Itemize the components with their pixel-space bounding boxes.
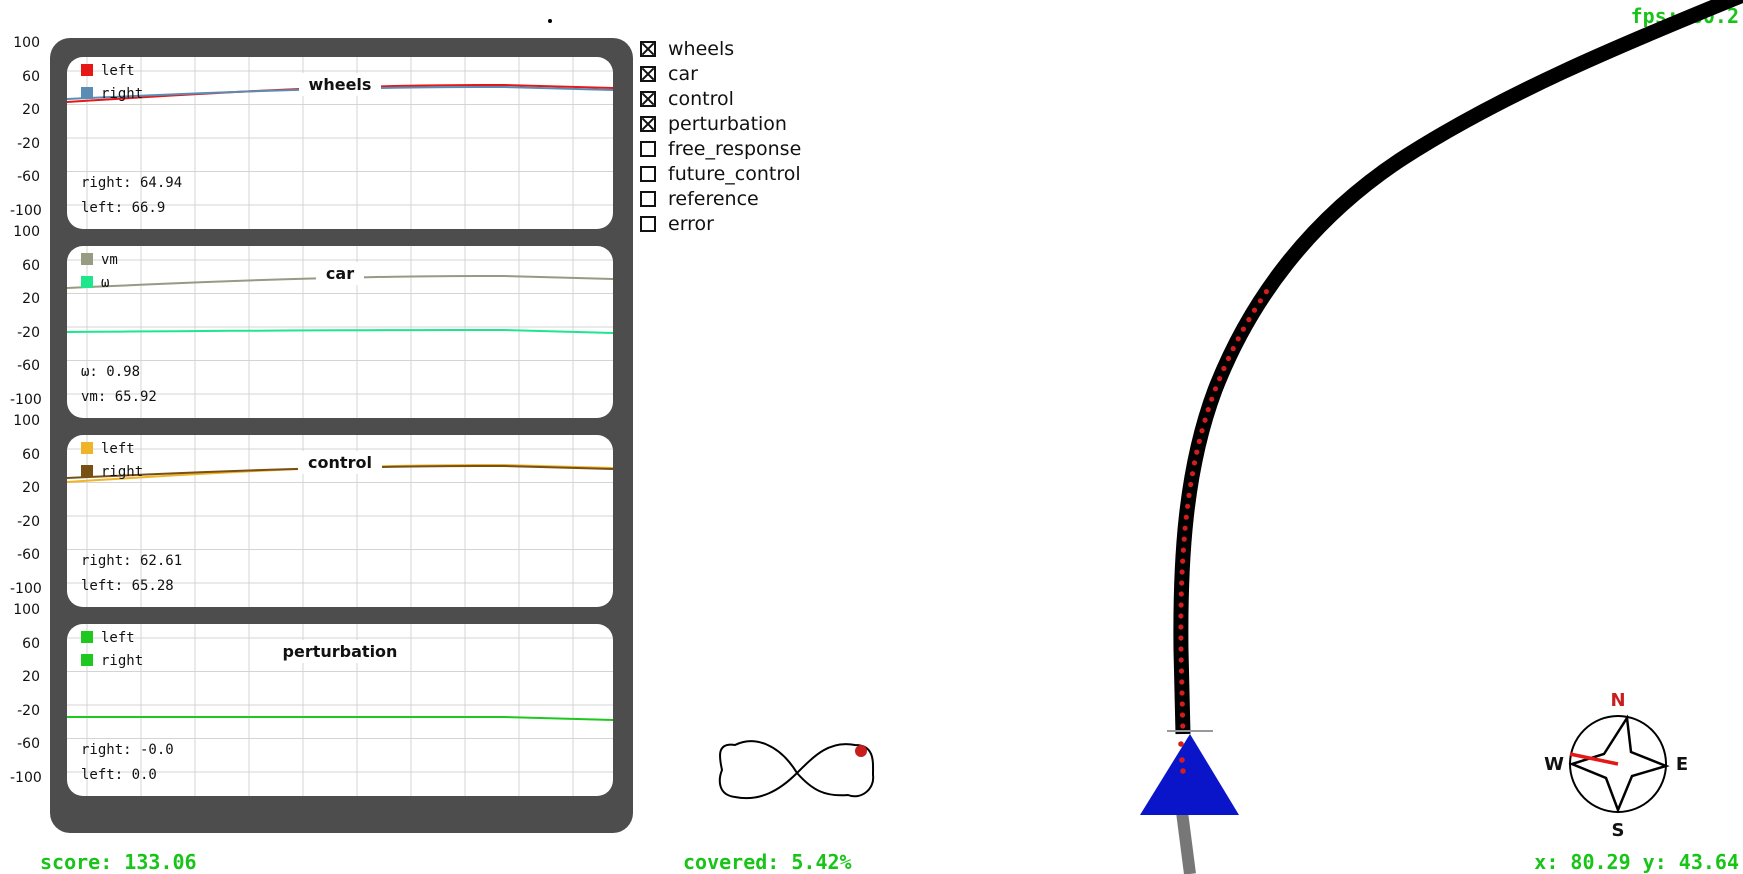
trail-dot — [1180, 723, 1186, 729]
trail-dot — [1181, 536, 1187, 542]
trail-dot — [1178, 668, 1185, 674]
minimap-car-dot — [855, 745, 867, 757]
trail-dot — [1221, 365, 1227, 372]
trail-dot — [1263, 289, 1269, 295]
trail-dot — [1180, 558, 1186, 564]
trail-dot — [1196, 438, 1202, 444]
coordinates-display: x: 80.29 y: 43.64 — [1534, 850, 1739, 874]
trail-dot — [1217, 376, 1223, 382]
trail-dot — [1179, 580, 1185, 586]
trail-dot — [1183, 514, 1189, 520]
trail-dot — [1257, 298, 1263, 304]
trail-dot — [1179, 690, 1185, 696]
trail-dot — [1178, 646, 1184, 652]
compass-icon: N E S W — [1544, 690, 1688, 841]
trail-dot — [1246, 317, 1252, 323]
trail-dot — [1186, 492, 1192, 498]
trail-dot — [1251, 307, 1258, 313]
trail-dot — [1178, 635, 1184, 641]
trail-dot — [1235, 336, 1241, 342]
trail-dot — [1179, 757, 1185, 763]
trail-dot — [1194, 449, 1200, 455]
compass-north-label: N — [1610, 690, 1625, 711]
trail-dot — [1199, 428, 1205, 434]
trail-dot — [1212, 386, 1219, 392]
trail-dot — [1178, 602, 1184, 608]
trail-dot — [1178, 613, 1184, 619]
trail-dot — [1240, 326, 1246, 332]
trail-dot — [1188, 481, 1194, 488]
trail-dot — [1182, 525, 1188, 531]
trail-dot — [1205, 407, 1211, 413]
coverage-display: covered: 5.42% — [683, 850, 852, 874]
trail-dot — [1179, 701, 1185, 707]
road-segment — [1176, 811, 1196, 874]
trail-dot — [1209, 396, 1215, 402]
score-display: score: 133.06 — [40, 850, 197, 874]
trail-dot — [1230, 346, 1236, 352]
compass-south-label: S — [1612, 820, 1625, 841]
trail-dot — [1180, 768, 1186, 774]
trail-dot — [1191, 460, 1198, 466]
simulation-scene: N E S W — [718, 0, 1743, 874]
car-icon — [1140, 734, 1239, 815]
trail-dot — [1178, 741, 1184, 747]
trail-dot — [1179, 679, 1185, 685]
track-path — [1173, 0, 1743, 735]
trail-dot — [1225, 355, 1232, 362]
trail-dot — [1185, 503, 1191, 509]
trail-dot — [1189, 471, 1196, 477]
trail-dot — [1202, 417, 1208, 423]
minimap-track-icon — [718, 740, 875, 800]
trail-dot — [1178, 624, 1184, 630]
compass-west-label: W — [1544, 754, 1564, 775]
trail-dot — [1178, 657, 1184, 663]
trail-dot — [1179, 569, 1185, 575]
trail-dot — [1178, 591, 1184, 597]
compass-east-label: E — [1676, 754, 1688, 775]
trail-dot — [1180, 547, 1186, 553]
trail-dot — [1179, 712, 1186, 718]
